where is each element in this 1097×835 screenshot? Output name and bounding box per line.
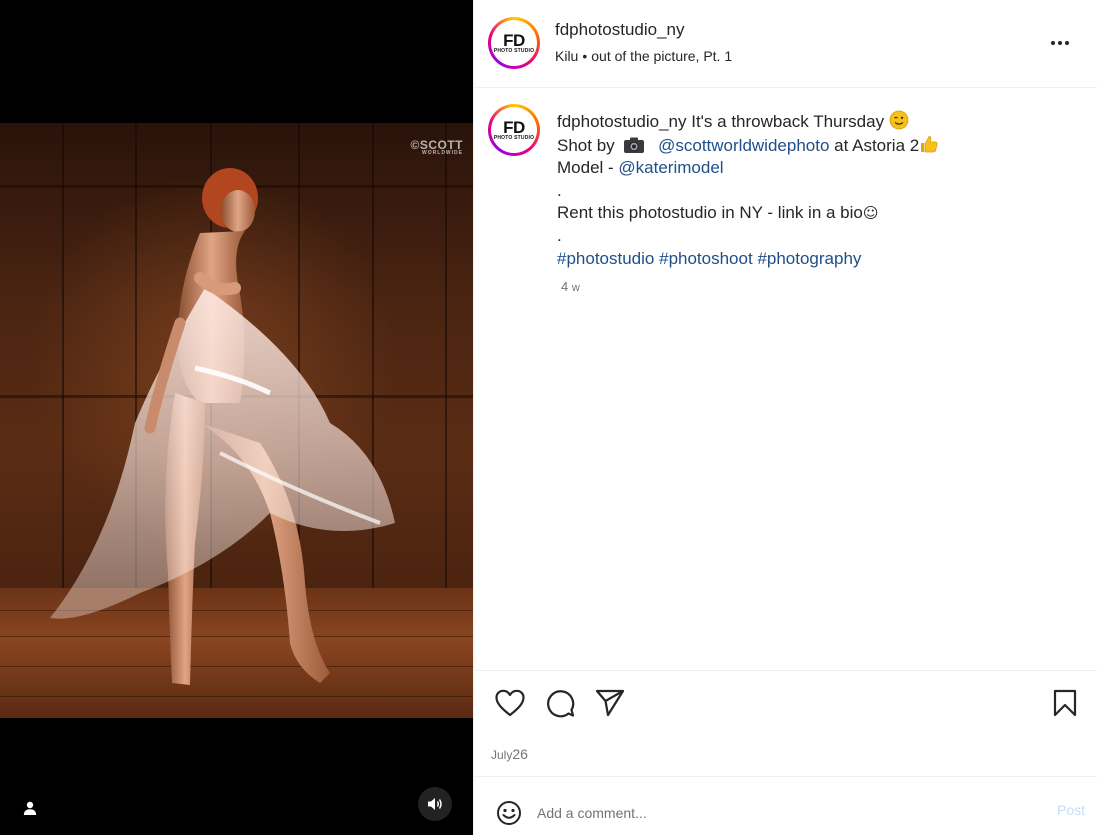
hashtag-photoshoot[interactable]: #photoshoot [659,249,753,268]
avatar-logo-subtext: PHOTO STUDIO [493,135,535,141]
mention-katerimodel[interactable]: @katerimodel [618,158,723,177]
audio-artist[interactable]: Kilu [555,48,578,64]
post-caption: fdphotostudio_ny It's a throwback Thursd… [557,110,1077,270]
mention-scottworldwidephoto[interactable]: @scottworldwidephoto [658,136,829,155]
add-comment-bar: Post [474,776,1097,835]
smile-emoji: ☺ [862,204,879,223]
avatar[interactable]: FD PHOTO STUDIO [488,17,540,69]
caption-timestamp[interactable]: 4 w [561,279,580,294]
comment-input[interactable] [537,799,1017,827]
hashtag-photography[interactable]: #photography [757,249,861,268]
photo-watermark: ©SCOTT WORLDWIDE [410,138,463,156]
hashtag-photostudio[interactable]: #photostudio [557,249,654,268]
caption-model-label: Model - [557,158,614,178]
send-icon[interactable] [594,687,626,719]
avatar-logo-subtext: PHOTO STUDIO [493,48,535,54]
more-options-icon[interactable] [1051,34,1077,52]
header-username[interactable]: fdphotostudio_ny [555,20,685,40]
caption-dot: . [557,225,562,245]
comment-bubble-icon[interactable] [544,687,576,719]
caption-location: at Astoria 2 [834,135,920,155]
wink-emoji-icon [889,110,909,130]
post-comment-button[interactable]: Post [1057,802,1085,818]
avatar-logo-text: FD [503,31,525,50]
post-date[interactable]: July26 [491,746,528,762]
post-photo[interactable]: ©SCOTT WORLDWIDE [0,123,473,718]
emoji-picker-icon[interactable] [496,800,522,826]
model-figure [50,168,395,685]
caption-rent-text: Rent this photostudio in NY - link in a … [557,203,863,223]
avatar-logo-text: FD [503,118,525,137]
heart-icon[interactable] [494,687,526,719]
caption-line1: It's a throwback Thursday [691,112,885,131]
camera-emoji-icon [624,137,645,153]
audio-title[interactable]: out of the picture, Pt. 1 [591,48,732,64]
action-bar: July26 [474,670,1097,776]
caption-username[interactable]: fdphotostudio_ny [557,112,687,131]
comments-section: FD PHOTO STUDIO fdphotostudio_ny It's a … [474,89,1097,669]
media-pane: ©SCOTT WORLDWIDE [0,0,473,835]
caption-avatar[interactable]: FD PHOTO STUDIO [488,104,540,156]
caption-dot: . [557,180,562,200]
user-tag-icon[interactable] [13,791,47,825]
bookmark-icon[interactable] [1049,687,1081,719]
post-side-panel: FD PHOTO STUDIO fdphotostudio_ny Kilu • ou… [473,0,1097,835]
post-header: FD PHOTO STUDIO fdphotostudio_ny Kilu • ou… [474,0,1097,88]
audio-separator: • [582,48,588,64]
audio-info[interactable]: Kilu • out of the picture, Pt. 1 [555,48,732,64]
speaker-icon[interactable] [418,787,452,821]
caption-shot-by: Shot by [557,135,615,155]
thumbs-up-emoji-icon [921,135,938,152]
